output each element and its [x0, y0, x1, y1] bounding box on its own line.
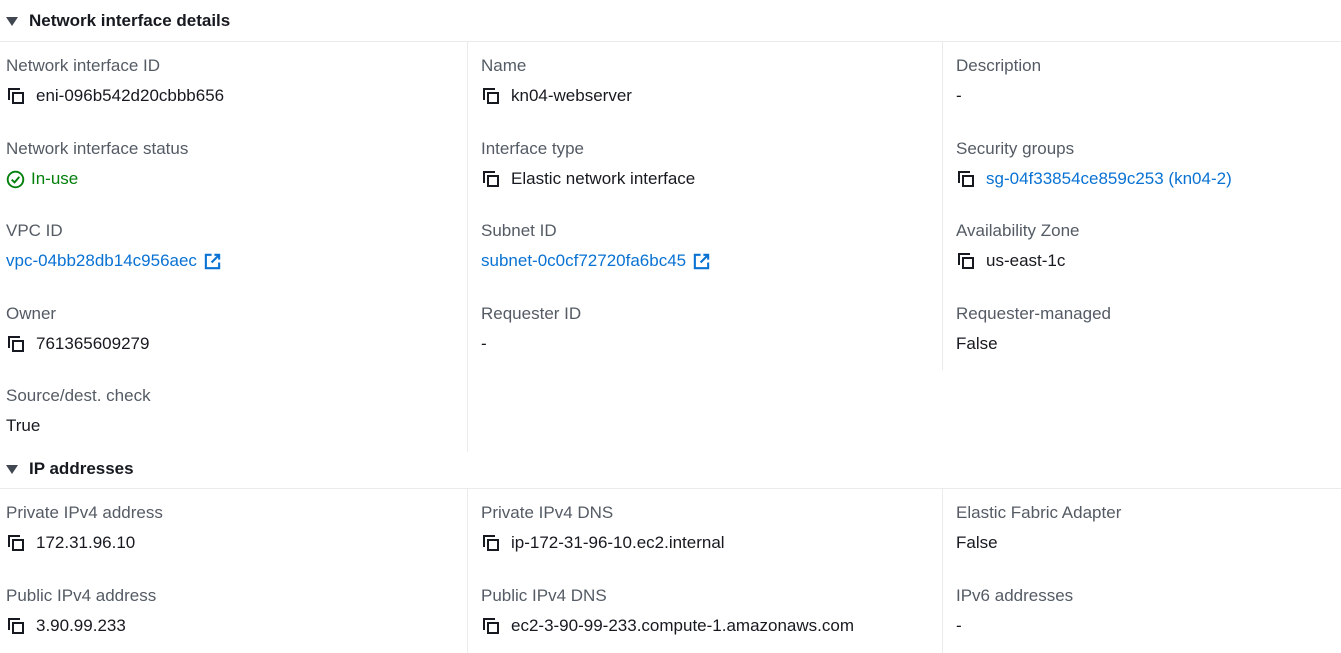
copy-icon[interactable] [481, 169, 501, 189]
field-label: Public IPv4 DNS [481, 586, 607, 605]
field-label: Requester ID [481, 304, 582, 323]
field-ipv6: IPv6 addresses - [956, 586, 1073, 636]
subnet-id-link[interactable]: subnet-0c0cf72720fa6bc45 [481, 251, 686, 271]
section-title: IP addresses [29, 459, 134, 478]
availability-zone-value: us-east-1c [986, 251, 1066, 270]
copy-icon[interactable] [6, 86, 26, 106]
requester-managed-value: False [956, 334, 998, 353]
column-divider [467, 489, 468, 653]
field-label: Description [956, 56, 1042, 75]
external-link-icon[interactable] [203, 252, 222, 271]
description-value: - [956, 86, 962, 105]
field-name: Name kn04-webserver [481, 56, 632, 106]
field-label: Private IPv4 DNS [481, 503, 614, 522]
column-divider [467, 42, 468, 452]
column-divider [942, 489, 943, 653]
field-source-dest-check: Source/dest. check True [6, 386, 151, 436]
field-requester-id: Requester ID - [481, 304, 581, 354]
security-group-link[interactable]: sg-04f33854ce859c253 (kn04-2) [986, 169, 1232, 189]
field-efa: Elastic Fabric Adapter False [956, 503, 1121, 553]
field-label: VPC ID [6, 221, 63, 240]
field-security-groups: Security groups sg-04f33854ce859c253 (kn… [956, 139, 1232, 189]
field-network-interface-id: Network interface ID eni-096b542d20cbbb6… [6, 56, 224, 106]
network-interface-id-value: eni-096b542d20cbbb656 [36, 86, 225, 105]
field-owner: Owner 761365609279 [6, 304, 149, 354]
field-label: Private IPv4 address [6, 503, 163, 522]
field-requester-managed: Requester-managed False [956, 304, 1111, 354]
private-ipv4-value: 172.31.96.10 [36, 533, 136, 552]
section-title: Network interface details [29, 11, 231, 30]
field-public-dns: Public IPv4 DNS ec2-3-90-99-233.compute-… [481, 586, 854, 636]
field-label: Public IPv4 address [6, 586, 157, 605]
field-public-ipv4: Public IPv4 address 3.90.99.233 [6, 586, 156, 636]
copy-icon[interactable] [481, 533, 501, 553]
efa-value: False [956, 533, 998, 552]
source-dest-check-value: True [6, 416, 41, 435]
field-label: Subnet ID [481, 221, 557, 240]
field-label: Network interface ID [6, 56, 160, 75]
divider [0, 41, 1341, 42]
field-label: Security groups [956, 139, 1075, 158]
field-label: Requester-managed [956, 304, 1111, 323]
vpc-id-link[interactable]: vpc-04bb28db14c956aec [6, 251, 197, 271]
field-network-interface-status: Network interface status In-use [6, 139, 188, 189]
column-divider [942, 42, 943, 370]
field-interface-type: Interface type Elastic network interface [481, 139, 695, 189]
ip-addresses-header[interactable]: IP addresses [6, 459, 134, 479]
field-label: Network interface status [6, 139, 189, 158]
ipv6-value: - [956, 616, 962, 635]
field-availability-zone: Availability Zone us-east-1c [956, 221, 1079, 271]
field-private-dns: Private IPv4 DNS ip-172-31-96-10.ec2.int… [481, 503, 725, 553]
status-value: In-use [31, 169, 79, 188]
copy-icon[interactable] [956, 251, 976, 271]
name-value: kn04-webserver [511, 86, 632, 105]
field-label: Source/dest. check [6, 386, 151, 405]
field-label: Interface type [481, 139, 585, 158]
private-dns-value: ip-172-31-96-10.ec2.internal [511, 533, 725, 552]
copy-icon[interactable] [6, 334, 26, 354]
public-dns-value: ec2-3-90-99-233.compute-1.amazonaws.com [511, 616, 855, 635]
field-label: Owner [6, 304, 57, 323]
requester-id-value: - [481, 334, 487, 353]
network-interface-details-header[interactable]: Network interface details [6, 11, 230, 31]
divider [0, 488, 1341, 489]
public-ipv4-value: 3.90.99.233 [36, 616, 126, 635]
copy-icon[interactable] [6, 533, 26, 553]
field-description: Description - [956, 56, 1041, 106]
field-subnet-id: Subnet ID subnet-0c0cf72720fa6bc45 [481, 221, 711, 271]
caret-down-icon [6, 17, 18, 26]
external-link-icon[interactable] [692, 252, 711, 271]
field-label: IPv6 addresses [956, 586, 1074, 605]
copy-icon[interactable] [481, 86, 501, 106]
field-label: Name [481, 56, 527, 75]
field-private-ipv4: Private IPv4 address 172.31.96.10 [6, 503, 163, 553]
field-label: Elastic Fabric Adapter [956, 503, 1122, 522]
owner-value: 761365609279 [36, 334, 150, 353]
interface-type-value: Elastic network interface [511, 169, 696, 188]
copy-icon[interactable] [481, 616, 501, 636]
caret-down-icon [6, 465, 18, 474]
status-check-icon [6, 170, 25, 188]
copy-icon[interactable] [6, 616, 26, 636]
copy-icon[interactable] [956, 169, 976, 189]
field-vpc-id: VPC ID vpc-04bb28db14c956aec [6, 221, 222, 271]
field-label: Availability Zone [956, 221, 1080, 240]
